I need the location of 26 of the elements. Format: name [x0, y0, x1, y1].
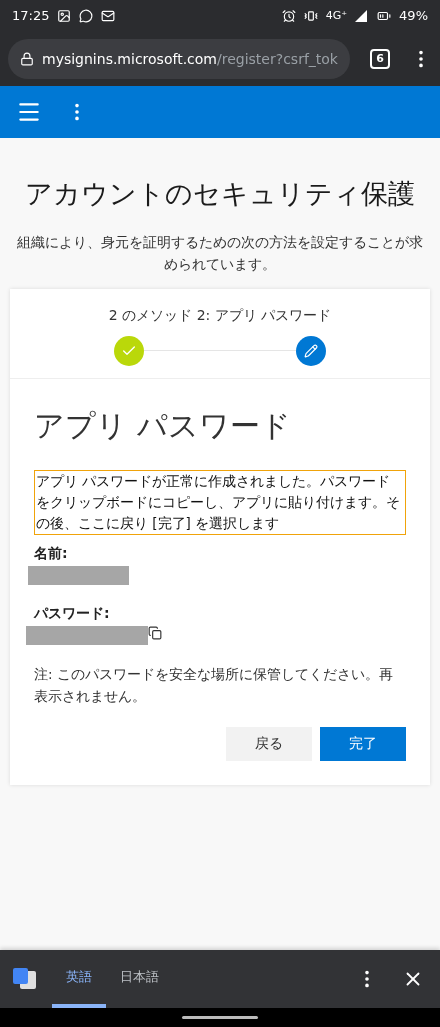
page-subtitle: 組織により、身元を証明するための次の方法を設定することが求められています。	[16, 232, 424, 274]
section-heading: アプリ パスワード	[34, 406, 292, 445]
battery-level: 49%	[399, 7, 428, 26]
url-text: mysignins.microsoft.com/register?csrf_tok	[42, 49, 338, 69]
done-button[interactable]: 完了	[320, 726, 406, 761]
signal-icon	[355, 10, 370, 22]
language-tab[interactable]: 日本語	[106, 950, 173, 1008]
lock-icon	[20, 52, 34, 66]
battery-icon	[377, 9, 392, 23]
status-time: 17:25	[12, 7, 50, 26]
field-label: 名前:	[34, 543, 69, 563]
vibrate-icon	[303, 9, 318, 23]
tab-count-button[interactable]: 6	[370, 49, 390, 69]
progress-label: 2 のメソッド 2: アプリ パスワード	[108, 305, 332, 325]
alarm-icon	[281, 9, 296, 23]
mail-icon	[101, 9, 116, 23]
copy-icon[interactable]	[148, 625, 162, 640]
field-label: パスワード:	[34, 603, 111, 623]
back-button[interactable]: 戻る	[226, 726, 312, 761]
success-message: アプリ パスワードが正常に作成されました。パスワードをクリップボードにコピーし、アプリに貼り付けます。その後、ここに戻り [完了] を選択します	[34, 469, 406, 535]
chat-icon	[79, 9, 94, 23]
image-icon	[57, 9, 72, 23]
note-text: 注: このパスワードを安全な場所に保管してください。再表示されません。	[34, 664, 394, 706]
network-label: 4G⁺	[325, 7, 348, 24]
page-title: アカウントのセキュリティ保護	[24, 177, 416, 211]
address-bar[interactable]: mysignins.microsoft.com/register?csrf_tok	[8, 39, 350, 79]
